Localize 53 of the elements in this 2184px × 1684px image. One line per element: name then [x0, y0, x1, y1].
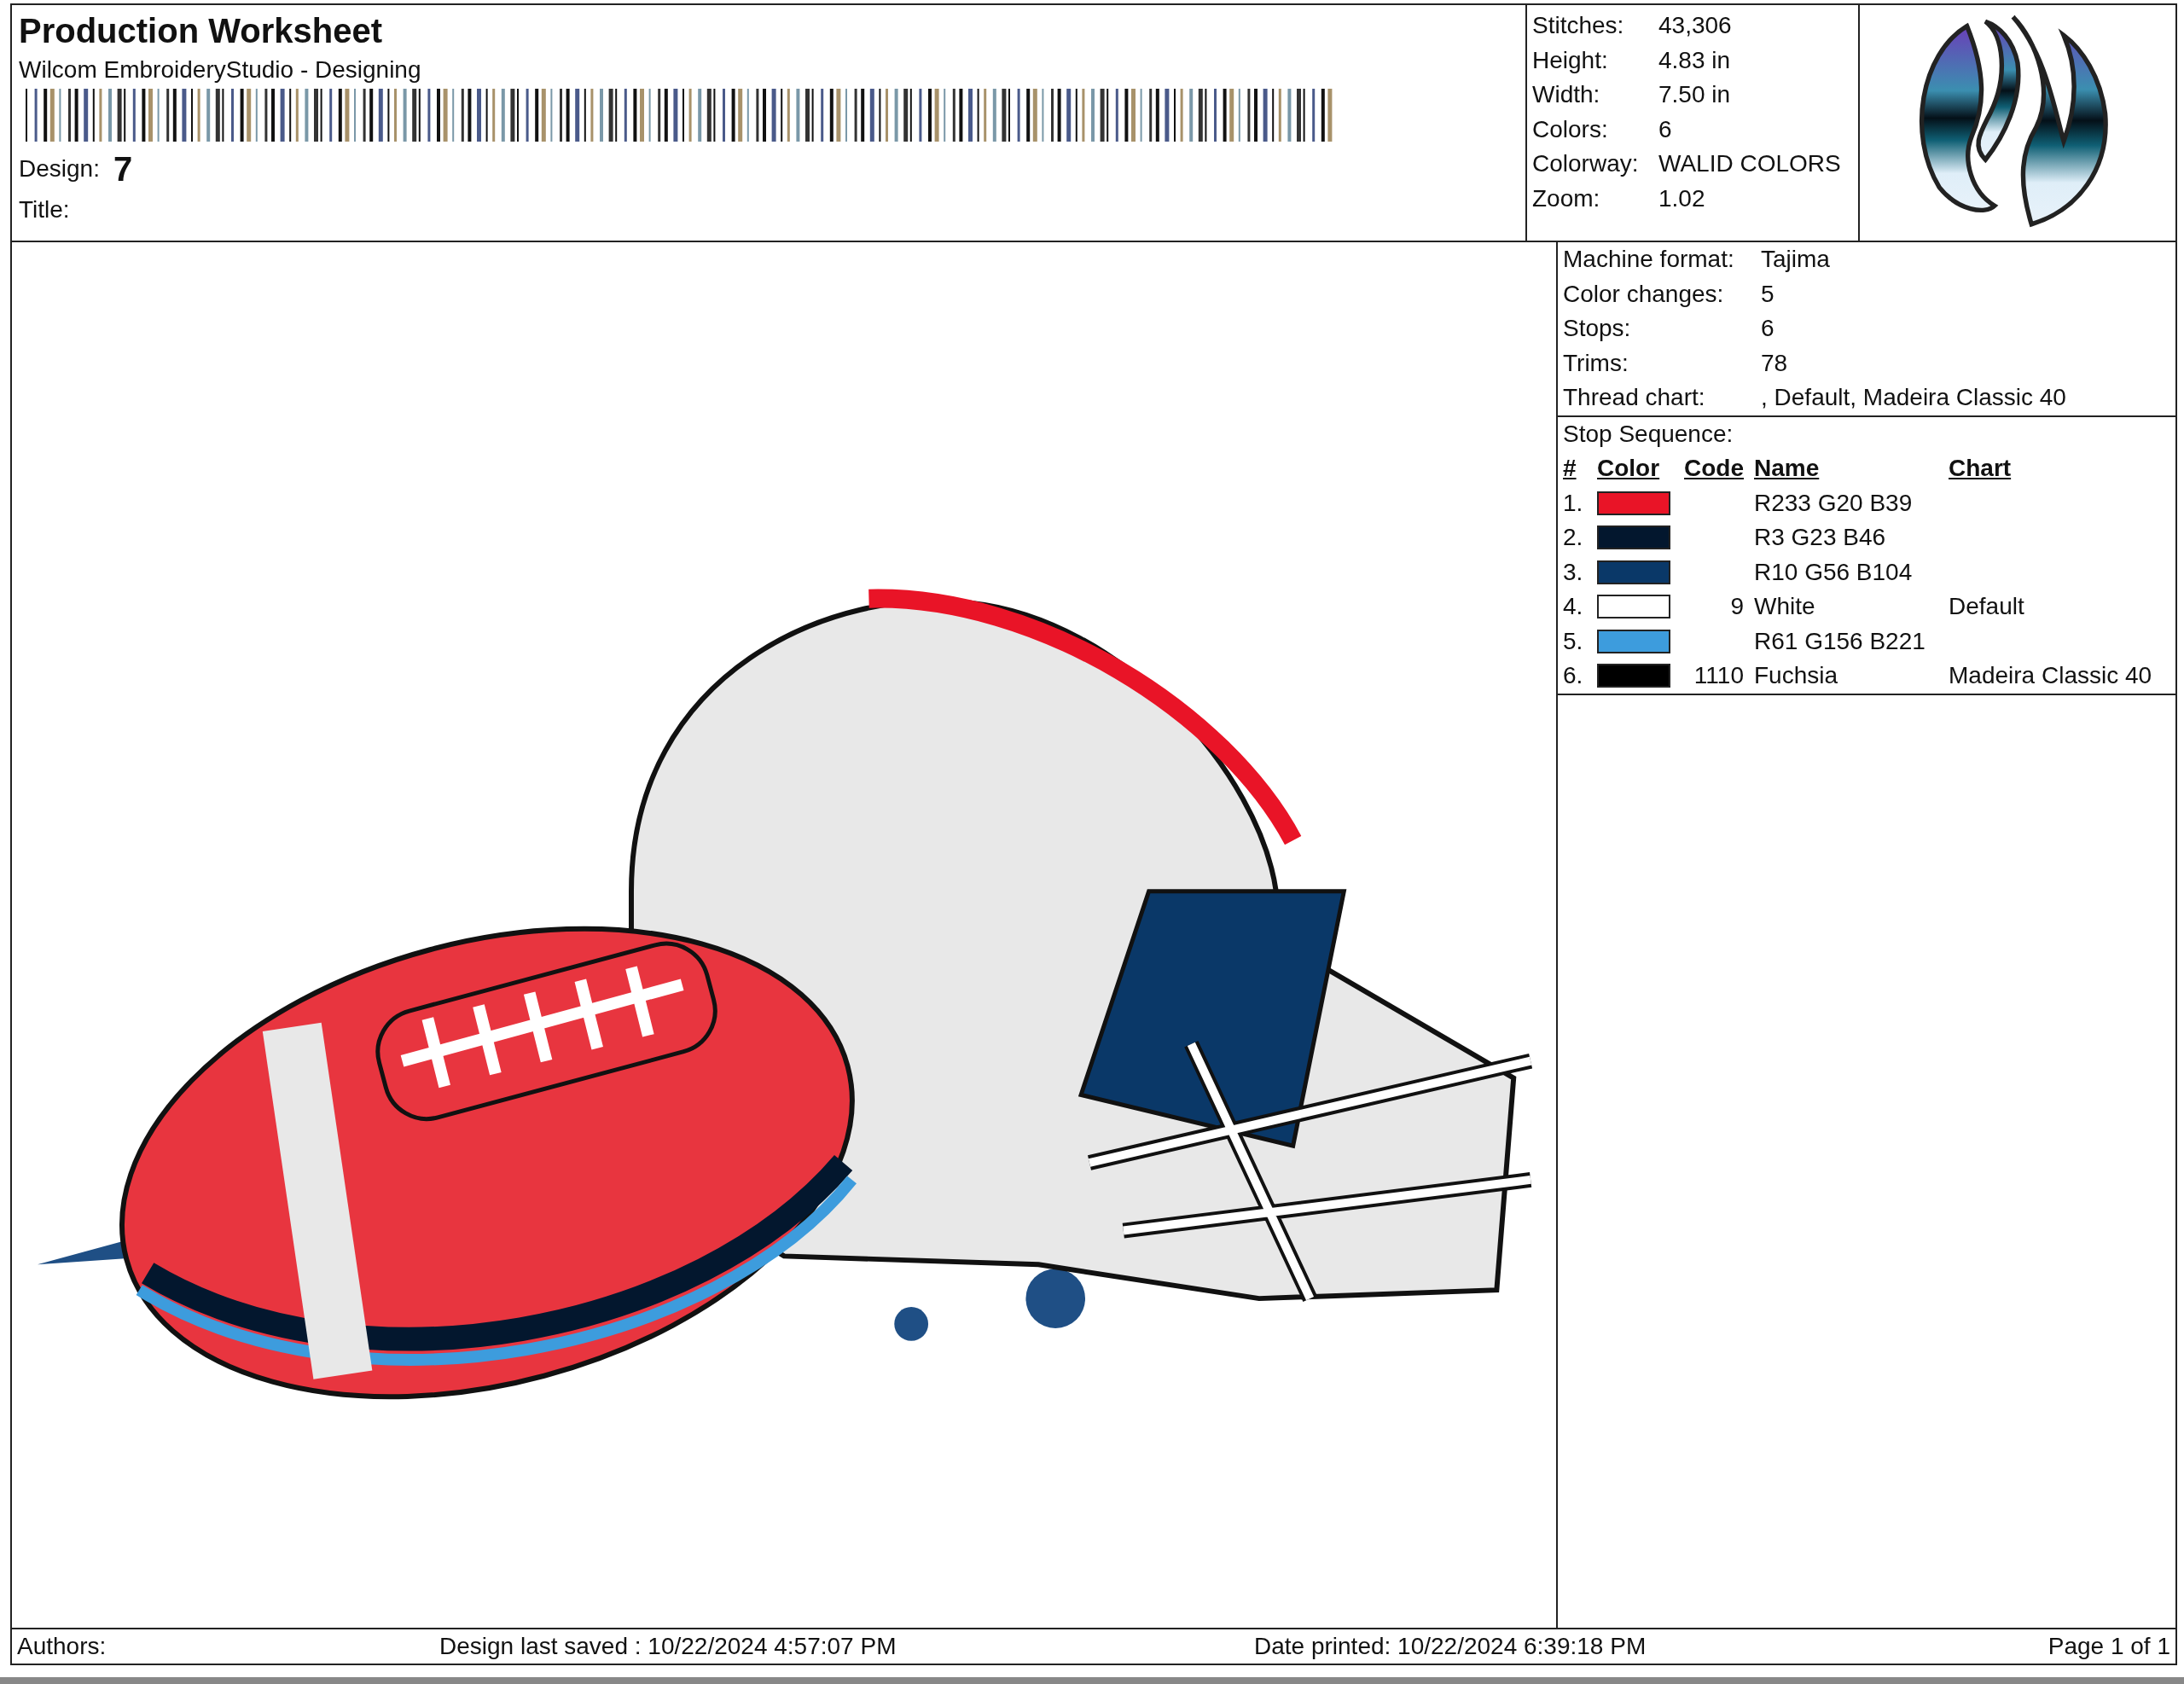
page-number: Page 1 of 1 — [2048, 1633, 2170, 1660]
last-saved-date: Design last saved : 10/22/2024 4:57:07 PM — [439, 1633, 897, 1660]
stop-number: 2. — [1563, 523, 1584, 552]
machine-value: 5 — [1761, 279, 1774, 309]
stat-label: Width: — [1532, 80, 1601, 109]
stop-number: 6. — [1563, 661, 1584, 690]
machine-value: 6 — [1761, 314, 1774, 343]
stat-value: 43,306 — [1658, 11, 1732, 40]
stop-number: 4. — [1563, 592, 1584, 621]
thread-chart: Default — [1949, 593, 2024, 619]
printed-date: Date printed: 10/22/2024 6:39:18 PM — [1254, 1633, 1647, 1660]
stat-label: Colorway: — [1532, 149, 1640, 178]
thread-chart: Madeira Classic 40 — [1949, 662, 2152, 688]
machine-value: 78 — [1761, 348, 1788, 378]
design-label: Design: — [19, 154, 100, 183]
machine-label: Trims: — [1563, 348, 1629, 378]
stat-value: 1.02 — [1658, 183, 1705, 213]
machine-label: Thread chart: — [1563, 383, 1706, 412]
machine-label: Stops: — [1563, 314, 1632, 343]
column-header: Chart — [1949, 454, 2013, 483]
stop-number: 3. — [1563, 557, 1584, 587]
thread-name: R10 G56 B104 — [1754, 558, 1913, 585]
stat-label: Stitches: — [1532, 11, 1625, 40]
stop-number: 1. — [1563, 488, 1584, 518]
stat-value: 7.50 in — [1658, 80, 1731, 109]
machine-label: Machine format: — [1563, 245, 1735, 274]
column-header: Code — [1683, 454, 1745, 483]
stat-value: WALID COLORS — [1658, 149, 1841, 178]
worksheet-title: Production Worksheet — [19, 11, 383, 51]
thread-name: Fuchsia — [1754, 662, 1838, 688]
title-label: Title: — [19, 195, 71, 224]
thread-name: White — [1754, 593, 1815, 619]
thread-code: 9 — [1730, 593, 1744, 619]
stat-value: 6 — [1658, 114, 1672, 144]
machine-value: Tajima — [1761, 245, 1830, 274]
machine-label: Color changes: — [1563, 279, 1725, 309]
software-name: Wilcom EmbroideryStudio - Designing — [19, 55, 422, 84]
thread-name: R3 G23 B46 — [1754, 524, 1886, 550]
thread-name: R233 G20 B39 — [1754, 489, 1913, 516]
column-header: # — [1563, 454, 1577, 483]
machine-value: , Default, Madeira Classic 40 — [1761, 383, 2066, 412]
column-header: Color — [1597, 454, 1661, 483]
stop-number: 5. — [1563, 626, 1584, 656]
stat-label: Colors: — [1532, 114, 1609, 144]
column-header: Name — [1754, 454, 1821, 483]
thread-name: R61 G156 B221 — [1754, 627, 1926, 654]
stat-value: 4.83 in — [1658, 45, 1731, 75]
design-number: 7 — [113, 149, 133, 189]
thread-code: 1110 — [1693, 662, 1744, 688]
stat-label: Zoom: — [1532, 183, 1601, 213]
authors-label: Authors: — [17, 1633, 107, 1660]
stat-label: Height: — [1532, 45, 1609, 75]
stop-sequence-title: Stop Sequence: — [1563, 419, 1734, 449]
